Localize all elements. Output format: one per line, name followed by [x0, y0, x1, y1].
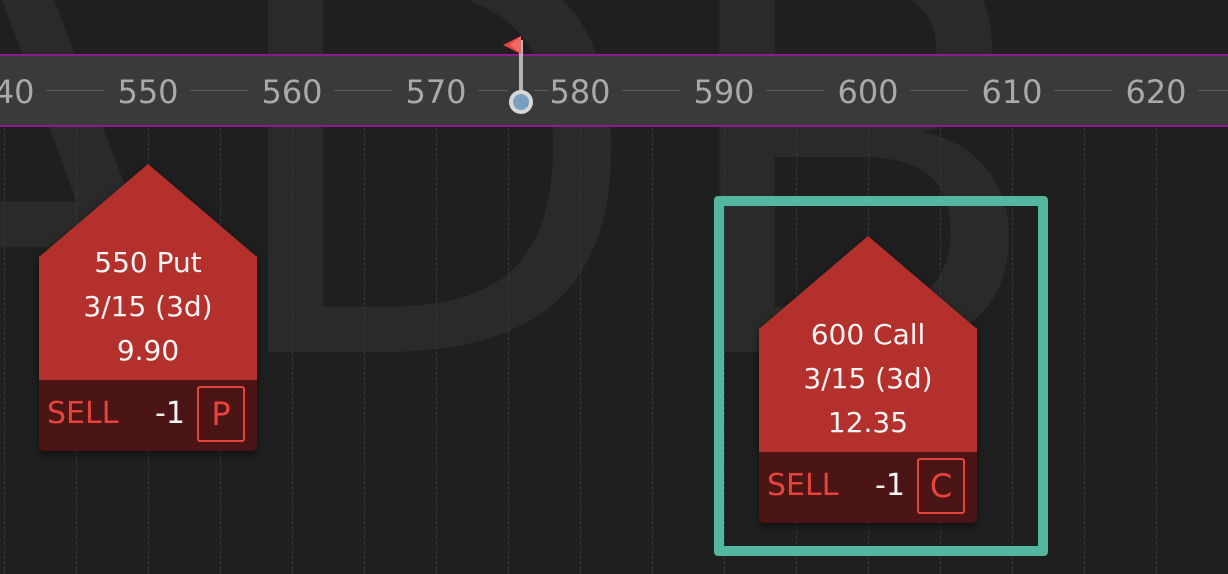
leg-footer: SELL -1 P	[39, 380, 257, 451]
grid-line	[580, 128, 581, 574]
grid-line	[292, 128, 293, 574]
leg-price: 12.35	[827, 406, 909, 439]
leg-price: 9.90	[116, 334, 180, 367]
axis-dash	[190, 90, 248, 91]
tick-label-620: 620	[1125, 73, 1187, 111]
leg-action[interactable]: SELL	[767, 466, 838, 506]
grid-line	[1156, 128, 1157, 574]
axis-dash	[334, 90, 392, 91]
leg-action[interactable]: SELL	[47, 394, 118, 434]
grid-line	[652, 128, 653, 574]
axis-dash	[766, 90, 824, 91]
strategy-chart: ADB 540 550 560 570 580 590 600 610 620	[0, 0, 1228, 574]
tick-label-550: 550	[117, 73, 179, 111]
leg-expiry: 3/15 (3d)	[83, 290, 213, 323]
axis-dash	[1054, 90, 1112, 91]
grid-line	[436, 128, 437, 574]
axis-dash	[1198, 90, 1228, 91]
leg-footer: SELL -1 C	[759, 452, 977, 523]
leg-expiry: 3/15 (3d)	[803, 362, 933, 395]
tick-label-590: 590	[693, 73, 755, 111]
leg-card-put[interactable]: 550 Put 3/15 (3d) 9.90 SELL -1 P	[39, 164, 257, 451]
leg-card-body: 600 Call 3/15 (3d) 12.35	[759, 318, 977, 452]
axis-dash	[46, 90, 104, 91]
grid-line	[364, 128, 365, 574]
grid-line	[4, 128, 5, 574]
leg-card-call[interactable]: 600 Call 3/15 (3d) 12.35 SELL -1 C	[759, 236, 977, 523]
tick-label-600: 600	[837, 73, 899, 111]
tick-label-580: 580	[549, 73, 611, 111]
leg-quantity[interactable]: -1	[155, 394, 185, 434]
grid-line	[508, 128, 509, 574]
tick-label-560: 560	[261, 73, 323, 111]
leg-card-body: 550 Put 3/15 (3d) 9.90	[39, 246, 257, 380]
tick-label-540: 540	[0, 73, 35, 111]
flag-icon[interactable]	[500, 32, 534, 116]
axis-dash	[910, 90, 968, 91]
axis-dash	[622, 90, 680, 91]
leg-type-badge[interactable]: C	[917, 458, 965, 514]
tick-label-610: 610	[981, 73, 1043, 111]
leg-strike-label: 550 Put	[94, 246, 202, 279]
leg-type-badge[interactable]: P	[197, 386, 245, 442]
leg-strike-label: 600 Call	[810, 318, 926, 351]
leg-quantity[interactable]: -1	[875, 466, 905, 506]
tick-label-570: 570	[405, 73, 467, 111]
grid-line	[1084, 128, 1085, 574]
